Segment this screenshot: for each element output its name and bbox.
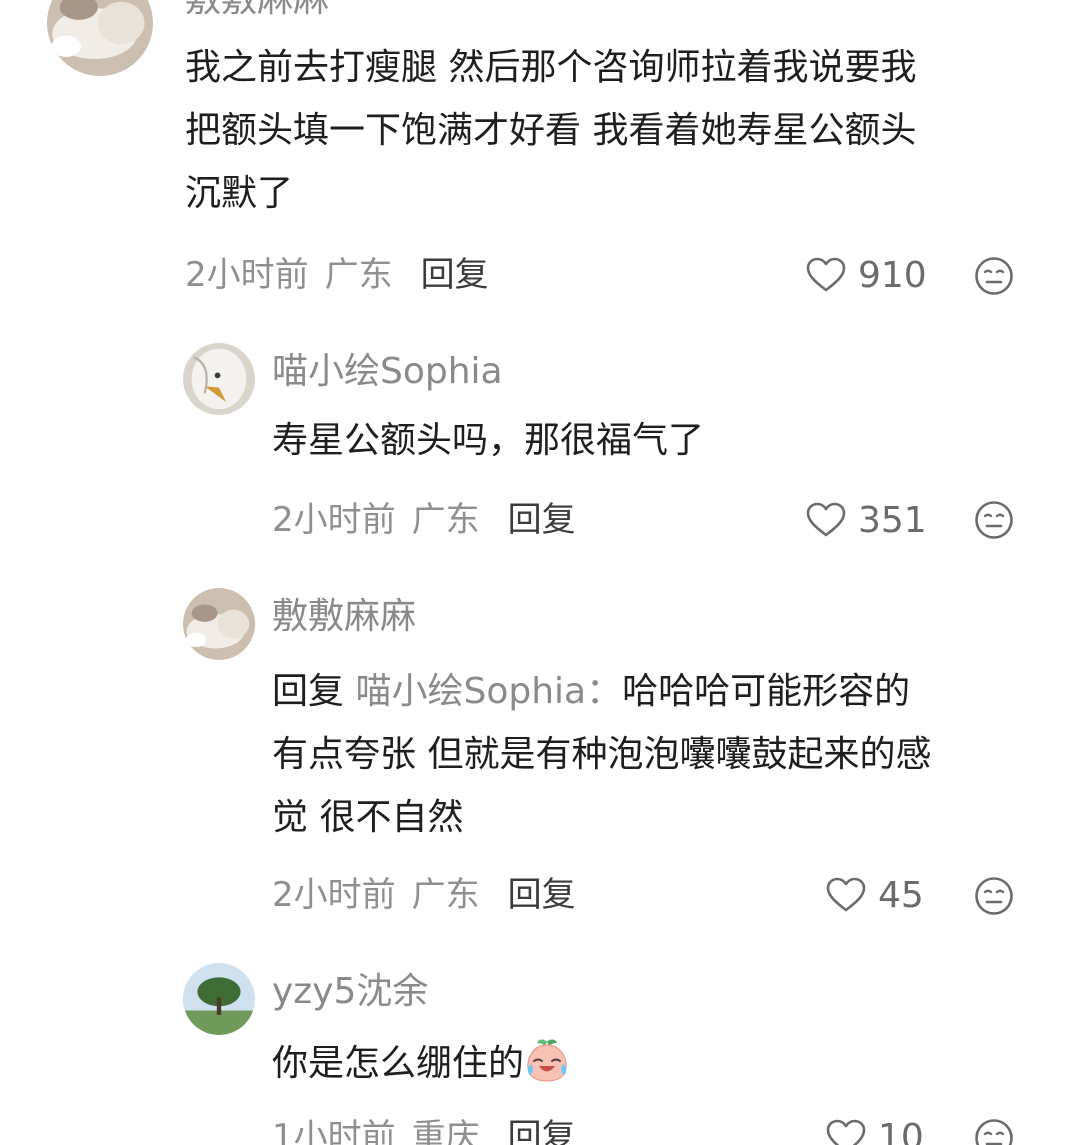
heart-outline-icon <box>806 257 846 292</box>
meh-face-icon <box>975 501 1013 539</box>
like-count: 10 <box>878 1116 924 1145</box>
avatar[interactable] <box>183 963 255 1035</box>
comment-location: 广东 <box>411 875 480 915</box>
reply-item: yzy5沈余 你是怎么绷住的 1小时前 重庆 回复 10 <box>0 0 1080 1145</box>
comment-body-line: 把额头填一下饱满才好看 我看着她寿星公额头 <box>185 110 917 151</box>
comment-time: 1小时前 <box>272 1117 396 1145</box>
like-count: 910 <box>858 254 927 296</box>
comment-time: 2小时前 <box>272 500 396 540</box>
comment-body-text: 你是怎么绷住的 <box>272 1043 525 1084</box>
like-button[interactable]: 351 <box>806 498 927 542</box>
reply-button[interactable]: 回复 <box>421 255 489 295</box>
heart-outline-icon <box>826 1119 866 1145</box>
like-count: 351 <box>858 499 927 541</box>
like-button[interactable]: 10 <box>826 1115 924 1145</box>
dislike-button[interactable] <box>974 500 1014 540</box>
like-count: 45 <box>878 874 924 916</box>
meh-face-icon <box>975 1119 1013 1145</box>
comment-body-line: 你是怎么绷住的 <box>272 1032 570 1095</box>
comment-location: 广东 <box>411 500 480 540</box>
comment-author[interactable]: 喵小绘Sophia <box>272 350 503 394</box>
comment-location: 广东 <box>324 255 393 295</box>
comment-location: 重庆 <box>411 1117 480 1145</box>
reply-target-link[interactable]: 喵小绘Sophia： <box>355 671 622 712</box>
comment-time: 2小时前 <box>185 255 309 295</box>
comment-meta: 2小时前 广东 回复 <box>272 873 576 917</box>
heart-outline-icon <box>806 502 846 537</box>
tree-avatar-icon <box>183 963 255 1035</box>
comment-body: 你是怎么绷住的 <box>272 1032 570 1095</box>
cat-avatar-icon <box>183 588 255 660</box>
comment-body-line: 寿星公额头吗，那很福气了 <box>272 420 705 461</box>
like-button[interactable]: 45 <box>826 873 924 917</box>
comment-body: 寿星公额头吗，那很福气了 <box>272 409 704 472</box>
comment-body: 回复 喵小绘Sophia：哈哈哈可能形容的 有点夸张 但就是有种泡泡囔囔鼓起来的… <box>272 660 931 849</box>
heart-outline-icon <box>826 877 866 912</box>
avatar[interactable] <box>47 0 153 76</box>
dislike-button[interactable] <box>974 876 1014 916</box>
reply-button[interactable]: 回复 <box>508 1117 576 1145</box>
crying-laughing-emoji-icon <box>527 1039 567 1082</box>
comment-body-line: 觉 很不自然 <box>272 797 464 838</box>
avatar[interactable] <box>183 343 255 415</box>
comment-author[interactable]: 敷敷麻麻 <box>272 595 416 639</box>
cat-avatar-icon <box>47 0 153 76</box>
dislike-button[interactable] <box>974 1118 1014 1145</box>
dislike-button[interactable] <box>974 256 1014 296</box>
like-button[interactable]: 910 <box>806 253 927 297</box>
comment-item: 敷敷麻麻 我之前去打瘦腿 然后那个咨询师拉着我说要我 把额头填一下饱满才好看 我… <box>0 0 1080 320</box>
comment-body-line: 沉默了 <box>185 173 294 214</box>
reply-prefix: 回复 <box>272 671 345 712</box>
comment-thread: 敷敷麻麻 我之前去打瘦腿 然后那个咨询师拉着我说要我 把额头填一下饱满才好看 我… <box>0 0 1080 1145</box>
comment-body-text: 哈哈哈可能形容的 <box>622 671 911 712</box>
comment-body-line: 回复 喵小绘Sophia：哈哈哈可能形容的 <box>272 660 931 723</box>
comment-meta: 2小时前 广东 回复 <box>272 498 576 542</box>
comment-meta: 1小时前 重庆 回复 <box>272 1115 576 1145</box>
comment-meta: 2小时前 广东 回复 <box>185 253 489 297</box>
eagle-avatar-icon <box>183 343 255 415</box>
comment-time: 2小时前 <box>272 875 396 915</box>
avatar[interactable] <box>183 588 255 660</box>
reply-button[interactable]: 回复 <box>508 875 576 915</box>
comment-author[interactable]: yzy5沈余 <box>272 970 428 1014</box>
reply-button[interactable]: 回复 <box>508 500 576 540</box>
meh-face-icon <box>975 877 1013 915</box>
comment-body-line: 我之前去打瘦腿 然后那个咨询师拉着我说要我 <box>185 47 917 88</box>
comment-body-line: 有点夸张 但就是有种泡泡囔囔鼓起来的感 <box>272 734 932 775</box>
comment-author[interactable]: 敷敷麻麻 <box>185 0 329 22</box>
meh-face-icon <box>975 257 1013 295</box>
comment-body: 我之前去打瘦腿 然后那个咨询师拉着我说要我 把额头填一下饱满才好看 我看着她寿星… <box>185 36 916 225</box>
